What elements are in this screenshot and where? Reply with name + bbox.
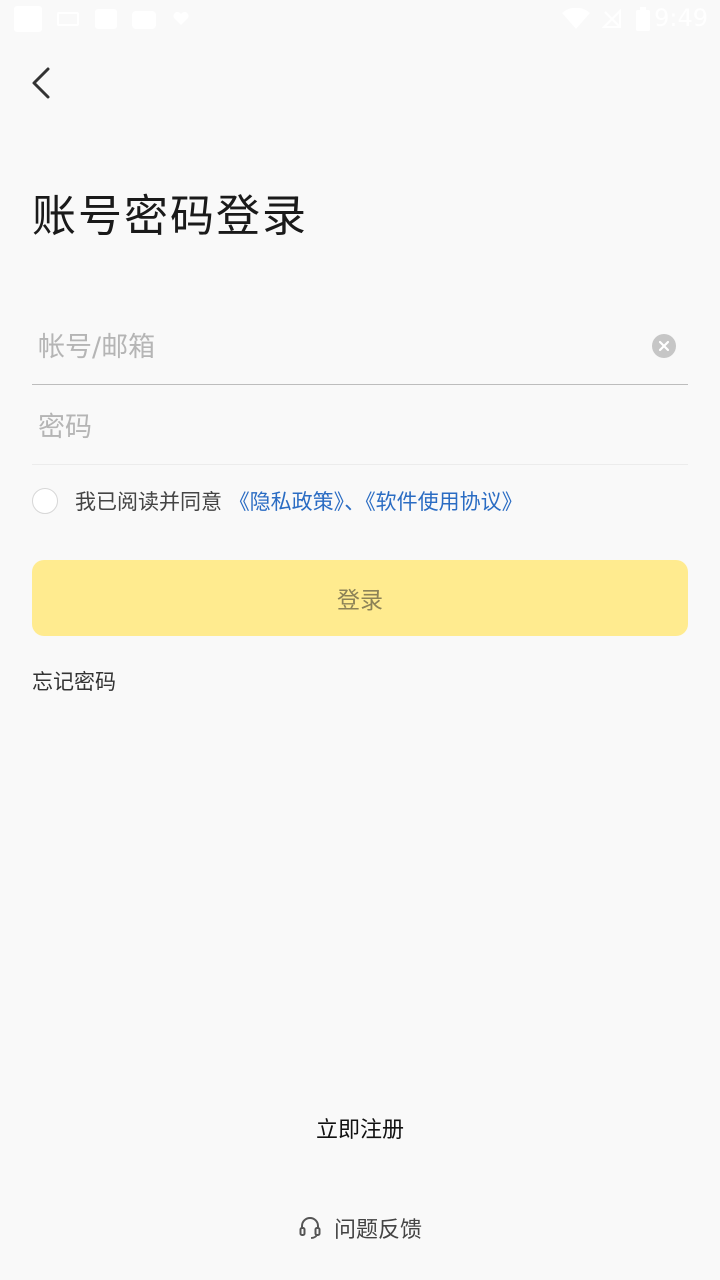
privacy-policy-link[interactable]: 《隐私政策》 bbox=[229, 490, 345, 514]
close-circle-icon bbox=[658, 340, 670, 352]
agreement-checkbox[interactable] bbox=[32, 488, 58, 514]
login-button[interactable]: 登录 bbox=[32, 560, 688, 636]
status-time: 9:49 bbox=[654, 4, 708, 32]
bag-icon bbox=[132, 11, 156, 29]
page-title: 账号密码登录 bbox=[32, 191, 308, 242]
password-field bbox=[32, 394, 688, 465]
agreement-prefix: 我已阅读并同意 bbox=[75, 490, 222, 514]
wifi-icon bbox=[562, 8, 590, 29]
agreement-text: 我已阅读并同意 《隐私政策》、《软件使用协议》 bbox=[75, 486, 523, 516]
status-bar: 9:49 bbox=[0, 0, 720, 38]
battery-icon bbox=[636, 7, 650, 31]
agreement-row: 我已阅读并同意 《隐私政策》、《软件使用协议》 bbox=[32, 484, 692, 518]
password-input[interactable] bbox=[38, 404, 638, 450]
headset-icon bbox=[299, 1217, 321, 1239]
image-icon bbox=[95, 9, 117, 29]
notification-icon bbox=[57, 12, 79, 26]
register-link[interactable]: 立即注册 bbox=[0, 1112, 720, 1144]
chevron-left-icon bbox=[32, 67, 50, 99]
back-button[interactable] bbox=[24, 60, 60, 106]
clear-account-button[interactable] bbox=[652, 334, 676, 358]
no-signal-icon bbox=[602, 9, 621, 28]
agreement-separator: 、 bbox=[344, 490, 366, 514]
feedback-label: 问题反馈 bbox=[334, 1218, 423, 1243]
heart-icon bbox=[173, 12, 189, 25]
terms-link[interactable]: 《软件使用协议》 bbox=[365, 490, 523, 514]
app-icon bbox=[14, 6, 42, 32]
account-field bbox=[32, 314, 688, 385]
login-screen: 9:49 账号密码登录 我已阅读并同意 《隐私政策》、《软件使用协议》 登录 忘… bbox=[0, 0, 720, 1280]
forgot-password-link[interactable]: 忘记密码 bbox=[32, 666, 116, 696]
account-input[interactable] bbox=[38, 324, 638, 370]
